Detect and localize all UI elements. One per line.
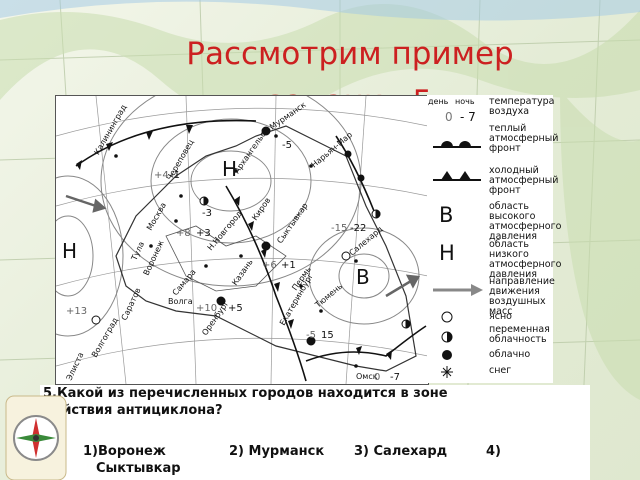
city-label: Саратов [120, 286, 143, 322]
city-label: Киров [250, 196, 272, 222]
temperature-label: +8 [176, 228, 191, 239]
legend-header-night: ночь [455, 97, 475, 106]
temperature-label: +10 [196, 303, 217, 314]
temperature-label: +6 [262, 260, 277, 271]
compass-icon [5, 395, 67, 480]
temperature-label: +3 [196, 228, 211, 239]
legend-temperature: температура воздуха [489, 96, 555, 117]
slide: Рассмотрим пример задания 5 [0, 0, 640, 480]
legend-low: область низкого атмосферного давления [489, 239, 562, 280]
city-label: Архангельск [232, 126, 270, 175]
weather-map: Калининград Мурманск Нарьян-Мар Архангел… [55, 95, 429, 385]
high-pressure-symbol: В [356, 265, 370, 289]
city-label: Нарьян-Мар [310, 130, 354, 169]
legend-cloudy: облачно [489, 349, 531, 360]
low-pressure-symbol: Н [222, 157, 237, 181]
legend-high: область высокого атмосферного давления [489, 201, 562, 242]
temperature-label: -15 [331, 223, 347, 234]
temperature-label: -5 [282, 140, 292, 151]
answer-option-1[interactable]: 1)Воронеж [83, 444, 166, 459]
legend-example-day: 0 [445, 110, 453, 124]
legend-clear: ясно [489, 311, 512, 322]
temperature-label: 15 [321, 330, 334, 341]
temperature-label: 0 [374, 372, 380, 383]
answer-option-3[interactable]: 3) Салехард [354, 444, 447, 459]
answer-option-2[interactable]: 2) Мурманск [229, 444, 324, 459]
legend-warm-front: теплый атмосферный фронт [489, 123, 559, 154]
legend-variable: переменная облачность [489, 324, 550, 345]
city-label: Тюмень [313, 282, 345, 311]
low-pressure-symbol: Н [62, 239, 77, 263]
temperature-label: -3 [202, 208, 212, 219]
map-legend: день ночь 0 - 7 температура воздуха тепл… [427, 95, 561, 383]
temperature-label: -7 [390, 372, 400, 383]
city-label: Казань [230, 257, 255, 287]
answer-option-4-cont[interactable]: Сыктывкар [96, 461, 181, 476]
legend-example-night: - 7 [460, 110, 476, 124]
legend-snow: снег [489, 365, 512, 376]
temperature-label: -5 [306, 330, 316, 341]
temperature-label: +4 [154, 170, 169, 181]
legend-low-symbol: Н [439, 241, 455, 265]
city-label: Элиста [65, 351, 86, 382]
legend-header-day: день [428, 97, 449, 106]
answer-option-4[interactable]: 4) [486, 444, 501, 459]
city-label: Волга [168, 297, 193, 306]
temperature-label: +5 [228, 303, 243, 314]
temperature-label: -22 [350, 223, 366, 234]
city-label: Москва [145, 201, 168, 232]
legend-high-symbol: В [439, 203, 454, 227]
question-box: 5.Какой из перечисленных городов находит… [40, 385, 590, 480]
temperature-label: -1 [170, 170, 180, 181]
question-text: 5.Какой из перечисленных городов находит… [43, 386, 448, 418]
temperature-label: +13 [66, 306, 87, 317]
city-label: Сыктывкар [275, 201, 309, 245]
temperature-label: +1 [281, 260, 296, 271]
legend-cold-front: холодный атмосферный фронт [489, 165, 559, 196]
